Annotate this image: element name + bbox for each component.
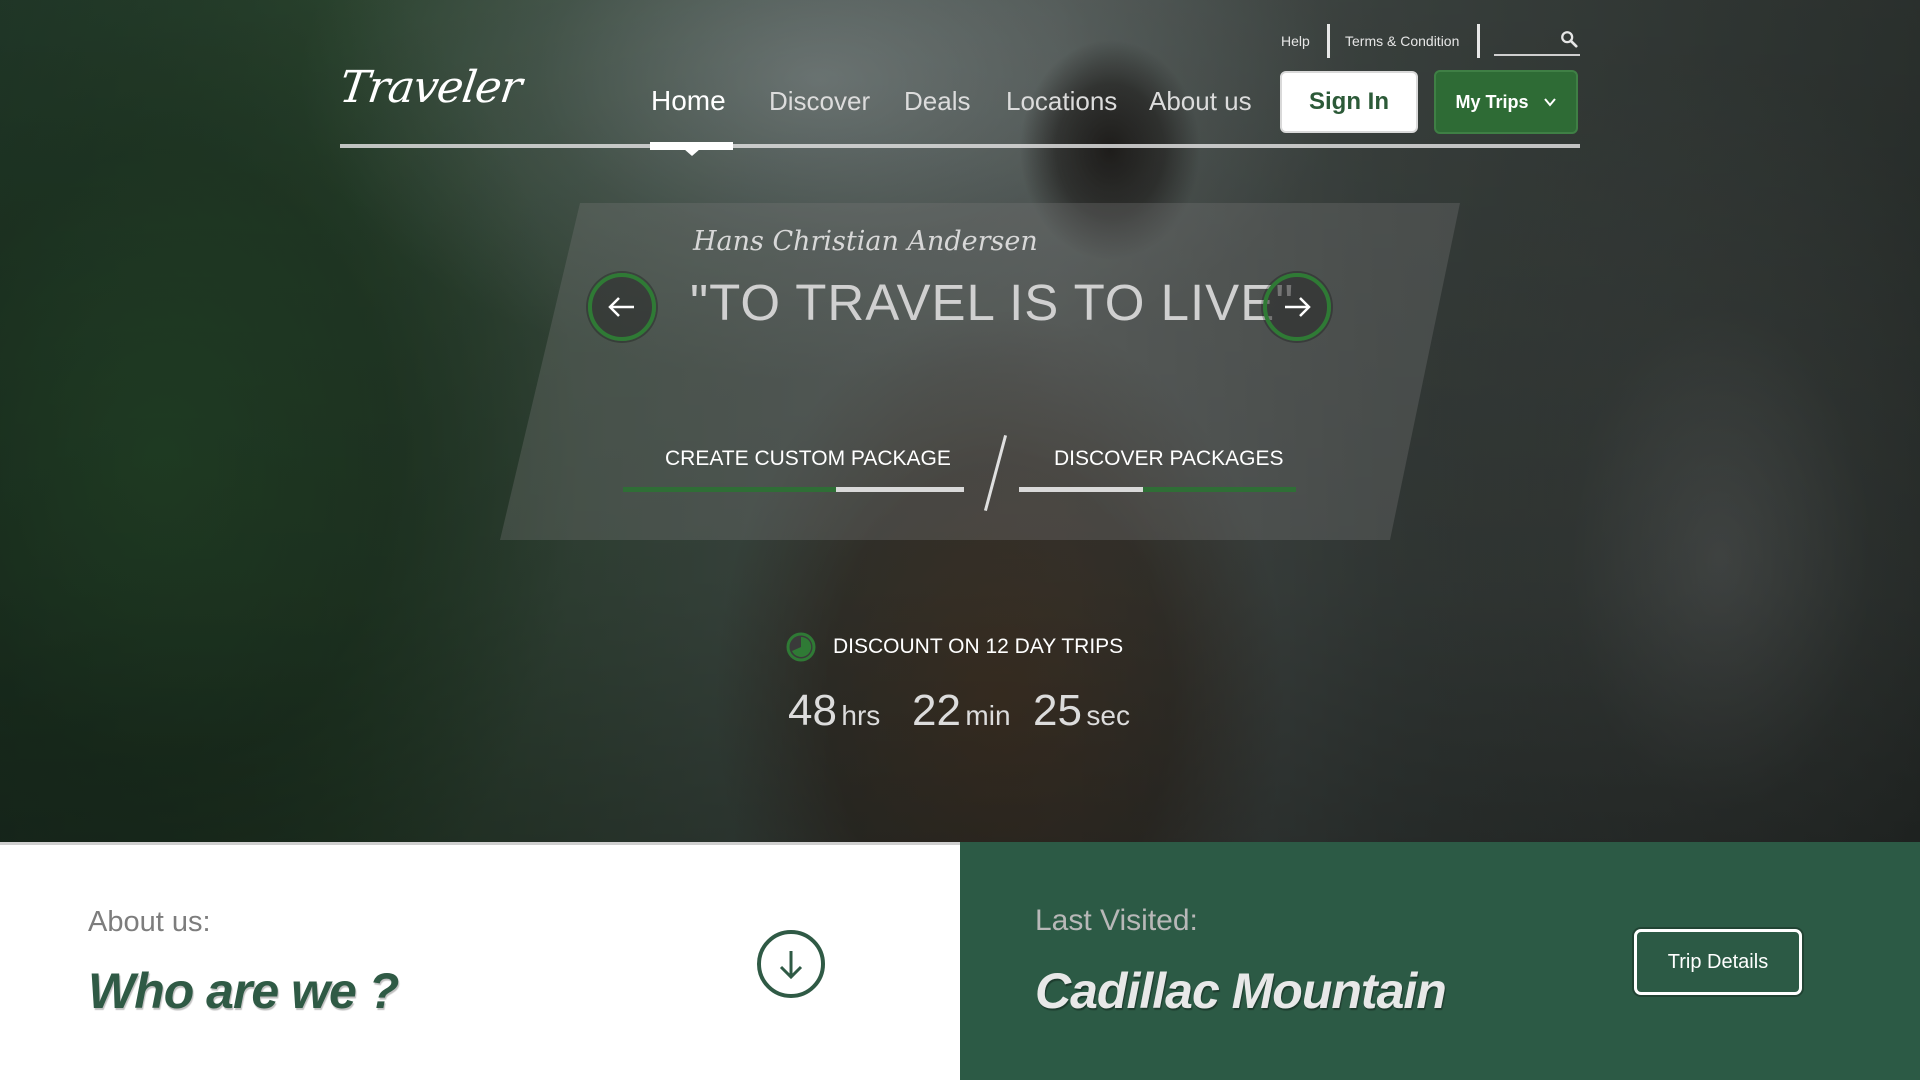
utility-divider [1327, 24, 1330, 58]
minutes-value: 22 [912, 686, 961, 735]
about-label: About us: [88, 906, 211, 938]
arrow-left-icon [608, 297, 634, 317]
nav-active-caret [684, 149, 700, 156]
next-quote-button[interactable] [1263, 273, 1331, 341]
create-custom-package-link[interactable]: CREATE CUSTOM PACKAGE [665, 447, 951, 471]
seconds-value: 25 [1033, 686, 1082, 735]
nav-about-us[interactable]: About us [1149, 86, 1252, 117]
cta-custom-progress-track [836, 487, 964, 492]
seconds-unit: sec [1086, 700, 1130, 731]
cta-custom-progress-fill [623, 487, 836, 492]
countdown-seconds: 25 sec [1033, 686, 1130, 736]
clock-icon [786, 632, 816, 662]
nav-deals[interactable]: Deals [904, 86, 970, 117]
cta-discover-progress-track [1019, 487, 1143, 492]
last-visited-title: Cadillac Mountain [1035, 963, 1447, 1019]
terms-link[interactable]: Terms & Condition [1345, 33, 1459, 49]
discover-packages-link[interactable]: DISCOVER PACKAGES [1054, 447, 1284, 471]
quote-author: Hans Christian Andersen [693, 226, 1038, 257]
nav-discover[interactable]: Discover [769, 86, 870, 117]
chevron-down-icon [1543, 98, 1556, 107]
my-trips-button[interactable]: My Trips [1434, 70, 1578, 134]
quote-text: "TO TRAVEL IS TO LIVE" [690, 274, 1295, 331]
site-logo[interactable]: Traveler [336, 62, 524, 113]
countdown-minutes: 22 min [912, 686, 1011, 736]
search-icon[interactable] [1560, 30, 1578, 48]
hours-unit: hrs [841, 700, 881, 731]
trip-details-button[interactable]: Trip Details [1634, 929, 1802, 995]
last-visited-label: Last Visited: [1035, 904, 1198, 937]
discount-label: DISCOUNT ON 12 DAY TRIPS [833, 635, 1124, 658]
previous-quote-button[interactable] [588, 273, 656, 341]
countdown-hours: 48 hrs [788, 686, 880, 736]
hours-value: 48 [788, 686, 837, 735]
nav-locations[interactable]: Locations [1006, 86, 1117, 117]
sign-in-button[interactable]: Sign In [1280, 71, 1418, 133]
minutes-unit: min [965, 700, 1011, 731]
help-link[interactable]: Help [1281, 33, 1310, 49]
about-title: Who are we ? [88, 963, 399, 1019]
arrow-down-icon [779, 951, 803, 980]
arrow-right-icon [1285, 297, 1311, 317]
utility-divider [1477, 24, 1480, 58]
scroll-down-button[interactable] [757, 930, 825, 998]
header-divider [340, 144, 1580, 148]
my-trips-label: My Trips [1455, 91, 1529, 112]
cta-discover-progress-fill [1143, 487, 1296, 492]
nav-home[interactable]: Home [651, 85, 726, 117]
